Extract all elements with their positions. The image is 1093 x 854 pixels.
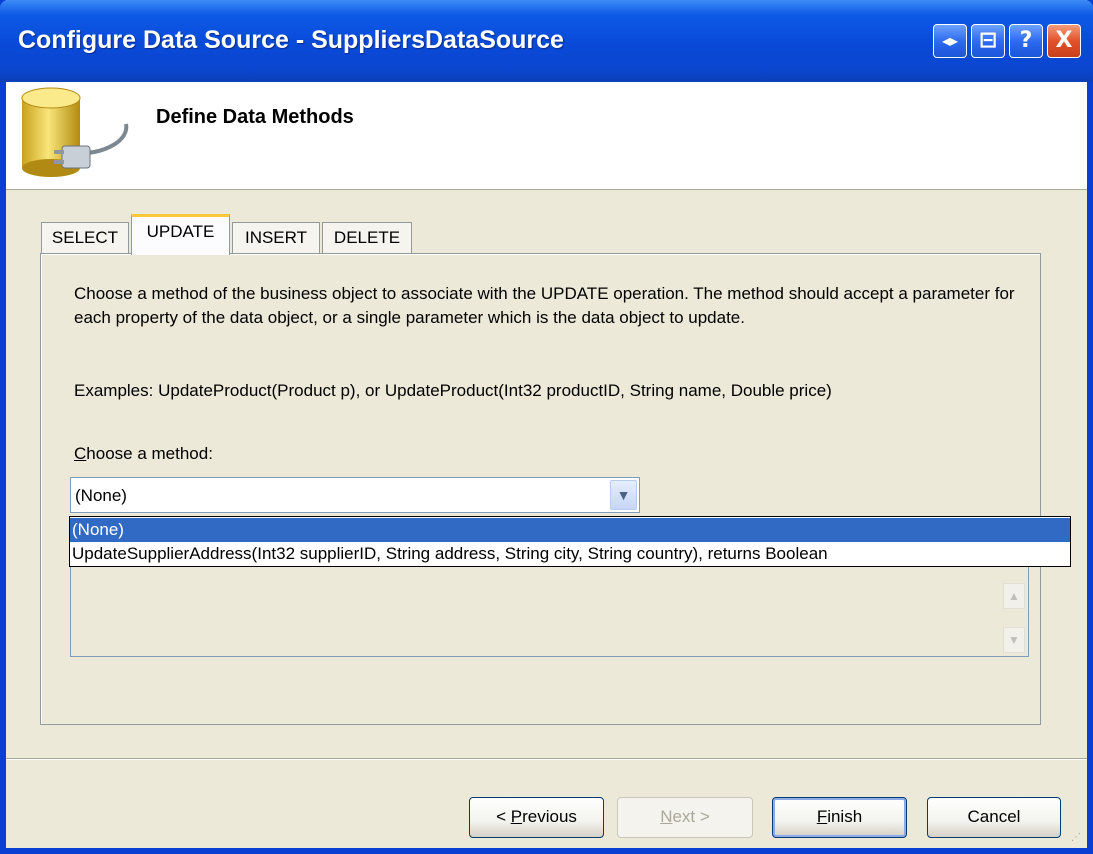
next-button[interactable]: Next > (617, 797, 753, 838)
previous-button-prefix: < (496, 807, 511, 826)
finish-button-accesskey: F (816, 807, 828, 826)
help-icon[interactable]: ? (1009, 24, 1043, 58)
page-title: Define Data Methods (156, 106, 354, 128)
choose-method-accesskey: C (74, 444, 87, 463)
method-description: Choose a method of the business object t… (74, 284, 1015, 327)
finish-button[interactable]: Finish (772, 797, 907, 838)
tab-select[interactable]: SELECT (41, 222, 129, 254)
chevron-down-icon[interactable]: ▼ (610, 480, 637, 510)
method-examples: Examples: UpdateProduct(Product p), or U… (74, 381, 832, 400)
choose-method-label-text: hoose a method: (86, 444, 213, 463)
tab-insert[interactable]: INSERT (232, 222, 320, 254)
footer-separator (6, 758, 1087, 760)
scroll-down-arrow-icon[interactable]: ▼ (1003, 627, 1025, 653)
next-button-accesskey: N (660, 807, 673, 826)
resize-grip-icon[interactable]: ⋰ (1071, 832, 1083, 844)
scroll-up-arrow-icon[interactable]: ▲ (1003, 583, 1025, 609)
dropdown-option-none[interactable]: (None) (70, 518, 1070, 542)
tab-update[interactable]: UPDATE (131, 214, 230, 255)
wizard-header: Define Data Methods (6, 82, 1087, 190)
previous-button-label: revious (522, 807, 577, 826)
finish-button-label: inish (827, 807, 863, 826)
close-icon[interactable]: X (1047, 24, 1081, 58)
previous-button-accesskey: P (510, 807, 523, 826)
choose-method-label: Choose a method: (74, 444, 213, 464)
method-signature-box[interactable]: ▲ ▼ (70, 554, 1029, 657)
next-button-label: ext > (672, 807, 710, 826)
window-title: Configure Data Source - SuppliersDataSou… (18, 26, 564, 54)
method-combobox[interactable]: (None) ▼ (70, 477, 640, 513)
method-combobox-value: (None) (75, 486, 127, 505)
title-bar[interactable]: Configure Data Source - SuppliersDataSou… (0, 0, 1093, 82)
minimize-icon[interactable]: ⊟ (971, 24, 1005, 58)
cancel-button[interactable]: Cancel (927, 797, 1061, 838)
method-dropdown-list[interactable]: (None) UpdateSupplierAddress(Int32 suppl… (69, 516, 1071, 567)
database-plug-icon (21, 87, 129, 177)
tab-delete[interactable]: DELETE (322, 222, 412, 254)
restore-icon[interactable]: ◂▸ (933, 24, 967, 58)
tab-panel-update: Choose a method of the business object t… (40, 253, 1041, 725)
previous-button[interactable]: < Previous (469, 797, 604, 838)
dropdown-option-update-supplier-address[interactable]: UpdateSupplierAddress(Int32 supplierID, … (70, 542, 1070, 566)
